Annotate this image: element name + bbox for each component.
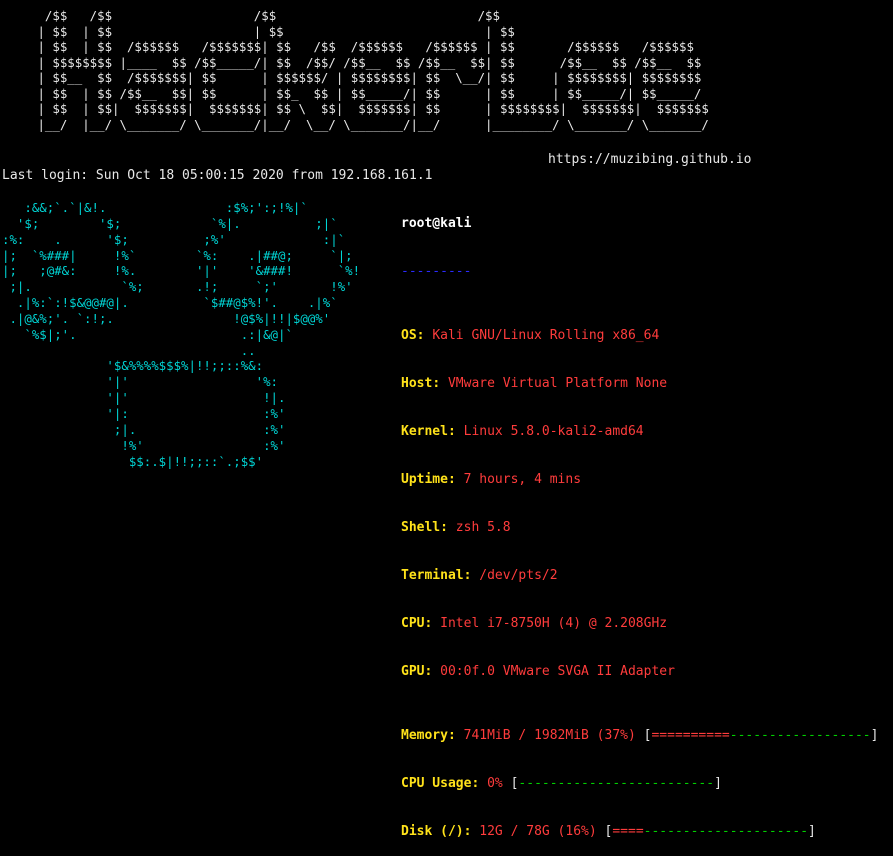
cpu-usage-bar: [-------------------------] <box>510 776 722 791</box>
info-key: OS <box>401 328 417 343</box>
info-key: Disk (/) <box>401 824 464 839</box>
bar-free: --------------------- <box>643 824 809 839</box>
last-login-line: Last login: Sun Oct 18 05:00:15 2020 fro… <box>2 168 433 183</box>
system-info-panel: root@kali --------- OS: Kali GNU/Linux R… <box>401 184 878 856</box>
info-row-host: Host: VMware Virtual Platform None <box>401 376 668 391</box>
info-value: VMware Virtual Platform None <box>447 376 668 391</box>
info-key: Host <box>401 376 433 391</box>
info-value: 0% <box>487 776 503 791</box>
disk-usage-bar: [====---------------------] <box>604 824 816 839</box>
info-key: Shell <box>401 520 441 535</box>
info-row-kernel: Kernel: Linux 5.8.0-kali2-amd64 <box>401 424 644 439</box>
info-value: Kali GNU/Linux Rolling x86_64 <box>432 328 660 343</box>
blog-url: https://muzibing.github.io <box>548 152 752 167</box>
info-row-uptime: Uptime: 7 hours, 4 mins <box>401 472 582 487</box>
bar-used: ==== <box>612 824 644 839</box>
user-host: root@kali <box>401 216 472 231</box>
kali-ascii-logo: :&&;`.`|&!. :$%;':;!%|` '$; '$; `%|. ;|`… <box>2 200 361 469</box>
info-key: CPU Usage <box>401 776 472 791</box>
info-key: Memory <box>401 728 448 743</box>
hackerlee-ascii-banner: /$$ /$$ /$$ /$$ | $$ | $$ | $$ | $$ | $$… <box>37 8 709 132</box>
info-row-cpu-usage: CPU Usage: 0% [-------------------------… <box>401 776 722 791</box>
memory-usage-bar: [==========------------------] <box>643 728 879 743</box>
info-value: zsh 5.8 <box>455 520 511 535</box>
info-row-terminal: Terminal: /dev/pts/2 <box>401 568 558 583</box>
info-value: 741MiB / 1982MiB (37%) <box>463 728 636 743</box>
info-row-shell: Shell: zsh 5.8 <box>401 520 511 535</box>
bar-free: ------------------ <box>729 728 871 743</box>
bar-used: ========== <box>651 728 730 743</box>
info-key: CPU <box>401 616 425 631</box>
info-row-disk: Disk (/): 12G / 78G (16%) [====---------… <box>401 824 816 839</box>
info-row-gpu: GPU: 00:0f.0 VMware SVGA II Adapter <box>401 664 675 679</box>
info-key: Uptime <box>401 472 448 487</box>
info-key: Kernel <box>401 424 448 439</box>
info-row-os: OS: Kali GNU/Linux Rolling x86_64 <box>401 328 660 343</box>
info-value: Linux 5.8.0-kali2-amd64 <box>463 424 644 439</box>
info-value: 12G / 78G (16%) <box>479 824 597 839</box>
info-separator: --------- <box>401 264 472 279</box>
info-value: Intel i7-8750H (4) @ 2.208GHz <box>440 616 668 631</box>
bar-free: ------------------------- <box>518 776 715 791</box>
info-key: Terminal <box>401 568 464 583</box>
info-value: /dev/pts/2 <box>479 568 558 583</box>
info-value: 7 hours, 4 mins <box>463 472 582 487</box>
info-key: GPU <box>401 664 425 679</box>
info-value: 00:0f.0 VMware SVGA II Adapter <box>440 664 675 679</box>
info-row-cpu: CPU: Intel i7-8750H (4) @ 2.208GHz <box>401 616 668 631</box>
info-row-memory: Memory: 741MiB / 1982MiB (37%) [========… <box>401 728 879 743</box>
